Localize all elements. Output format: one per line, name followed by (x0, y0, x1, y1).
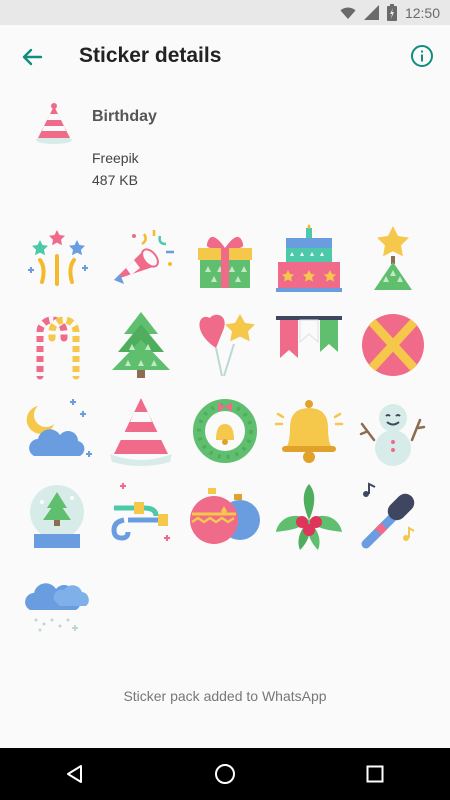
ribbon-ball-icon (362, 314, 424, 376)
snowman-icon (359, 404, 426, 466)
pack-size: 487 KB (92, 172, 138, 188)
sticker-party-blowers[interactable] (104, 480, 178, 554)
sticker-snow-globe[interactable] (20, 480, 94, 554)
added-status-message: Sticker pack added to WhatsApp (123, 688, 327, 704)
back-button[interactable] (14, 39, 50, 75)
gift-box-icon (198, 236, 252, 288)
page-title: Sticker details (79, 44, 222, 67)
status-icons: 12:50 (340, 0, 440, 25)
sticker-ribbon-ball[interactable] (356, 308, 430, 382)
triangle-back-icon (67, 765, 82, 783)
arrow-left-icon (22, 48, 43, 66)
party-hat-icon (36, 103, 72, 144)
pack-header: Birthday Freepik 487 KB (0, 100, 450, 200)
system-nav-bar (0, 748, 450, 800)
status-time: 12:50 (404, 4, 440, 21)
party-blowers-icon (111, 483, 170, 541)
nav-recents-button[interactable] (345, 752, 405, 796)
sticker-star-tree[interactable] (356, 222, 430, 296)
bunting-icon (276, 316, 342, 358)
birthday-cake-icon (276, 224, 342, 292)
golden-bell-icon (274, 400, 344, 463)
wifi-icon (340, 7, 356, 19)
nav-back-button[interactable] (45, 752, 105, 796)
signal-icon (363, 5, 379, 20)
sticker-candy-canes[interactable] (20, 308, 94, 382)
ornaments-icon (190, 488, 260, 544)
snow-cloud-icon (25, 583, 89, 632)
sticker-golden-bell[interactable] (272, 394, 346, 468)
christmas-tree-icon (112, 312, 170, 378)
sticker-balloons[interactable] (188, 308, 262, 382)
microphone-icon (361, 482, 415, 549)
fireworks-icon (28, 230, 88, 286)
holly-icon (276, 484, 342, 550)
info-button[interactable] (406, 40, 438, 72)
sticker-snowman[interactable] (356, 394, 430, 468)
sticker-snow-cloud[interactable] (20, 566, 94, 640)
sticker-holly[interactable] (272, 480, 346, 554)
pack-name: Birthday (92, 108, 157, 125)
sticker-bunting[interactable] (272, 308, 346, 382)
sticker-wreath-bell[interactable] (188, 394, 262, 468)
nav-home-button[interactable] (195, 752, 255, 796)
square-recents-icon (366, 765, 384, 783)
pack-publisher: Freepik (92, 150, 139, 166)
candy-canes-icon (36, 316, 80, 380)
party-hat-icon (110, 398, 172, 466)
sticker-gift-box[interactable] (188, 222, 262, 296)
star-tree-icon (374, 226, 412, 290)
sticker-birthday-cake[interactable] (272, 222, 346, 296)
circle-home-icon (215, 764, 235, 784)
balloons-icon (199, 314, 255, 377)
status-bar: 12:50 (0, 0, 450, 25)
info-icon (411, 45, 433, 67)
sticker-microphone[interactable] (356, 480, 430, 554)
sticker-night-cloud[interactable] (20, 394, 94, 468)
sticker-party-hat[interactable] (104, 394, 178, 468)
sticker-fireworks[interactable] (20, 222, 94, 296)
wreath-bell-icon (193, 399, 257, 463)
party-horn-icon (114, 230, 174, 284)
night-cloud-icon (26, 399, 92, 457)
snow-globe-icon (30, 485, 84, 548)
sticker-ornaments[interactable] (188, 480, 262, 554)
sticker-christmas-tree[interactable] (104, 308, 178, 382)
sticker-party-horn[interactable] (104, 222, 178, 296)
app-toolbar: Sticker details (0, 25, 450, 89)
battery-icon (386, 4, 397, 21)
